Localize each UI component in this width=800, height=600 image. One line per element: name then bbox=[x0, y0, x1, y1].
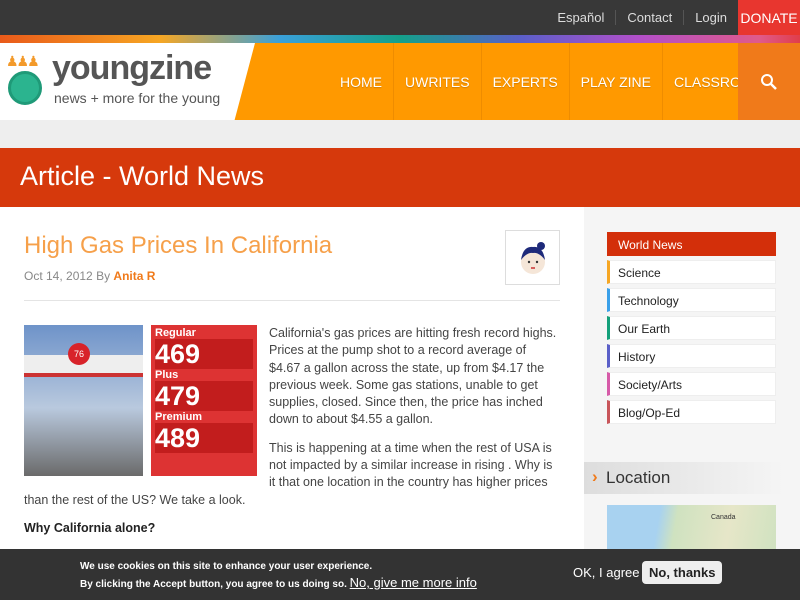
article-meta: Oct 14, 2012 By Anita R bbox=[24, 269, 155, 283]
article-date: Oct 14, 2012 bbox=[24, 269, 93, 283]
article-body: California's gas prices are hitting fres… bbox=[24, 325, 560, 537]
more-info-link[interactable]: No, give me more info bbox=[350, 575, 477, 590]
map-label: Canada bbox=[711, 514, 736, 521]
category-our-earth[interactable]: Our Earth bbox=[607, 316, 776, 340]
kids-icon: ♟♟♟ bbox=[6, 53, 40, 69]
cookie-banner: We use cookies on this site to enhance y… bbox=[0, 549, 800, 600]
logo[interactable]: ♟♟♟ youngzine news + more for the young bbox=[0, 43, 255, 120]
donate-button[interactable]: DONATE bbox=[738, 0, 800, 35]
gray-band bbox=[0, 120, 800, 148]
page-banner: Article - World News bbox=[0, 148, 800, 207]
author-link[interactable]: Anita R bbox=[113, 269, 155, 283]
chevron-right-icon: › bbox=[592, 467, 598, 486]
login-link[interactable]: Login bbox=[683, 10, 738, 25]
nav-play-zine[interactable]: PLAY ZINE bbox=[570, 43, 663, 120]
article-title: High Gas Prices In California bbox=[24, 232, 333, 259]
by-label: By bbox=[96, 269, 111, 283]
globe-icon bbox=[8, 71, 42, 105]
category-society-arts[interactable]: Society/Arts bbox=[607, 372, 776, 396]
avatar-icon bbox=[520, 241, 545, 274]
category-menu: World News Science Technology Our Earth … bbox=[607, 232, 776, 428]
logo-zine: zine bbox=[148, 49, 212, 87]
search-icon bbox=[761, 73, 777, 90]
category-blog-op-ed[interactable]: Blog/Op-Ed bbox=[607, 400, 776, 424]
category-technology[interactable]: Technology bbox=[607, 288, 776, 312]
divider bbox=[24, 300, 560, 301]
cookie-text-2: By clicking the Accept button, you agree… bbox=[80, 579, 347, 590]
contact-link[interactable]: Contact bbox=[615, 10, 683, 25]
logo-young: young bbox=[52, 49, 150, 87]
header: ♟♟♟ youngzine news + more for the young … bbox=[0, 43, 800, 120]
logo-tagline: news + more for the young bbox=[54, 90, 221, 106]
subheading: Why California alone? bbox=[24, 520, 156, 535]
nav-experts[interactable]: EXPERTS bbox=[482, 43, 570, 120]
location-title: Location bbox=[606, 468, 671, 487]
main-nav: HOME UWRITES EXPERTS PLAY ZINE CLASSROOM bbox=[329, 43, 774, 120]
location-header: › Location bbox=[584, 462, 784, 494]
category-science[interactable]: Science bbox=[607, 260, 776, 284]
sidebar: World News Science Technology Our Earth … bbox=[584, 207, 800, 600]
agree-button[interactable]: OK, I agree bbox=[573, 565, 639, 580]
decline-button[interactable]: No, thanks bbox=[642, 561, 723, 584]
nav-uwrites[interactable]: UWRITES bbox=[394, 43, 482, 120]
top-bar: Español Contact Login DONATE bbox=[0, 0, 800, 35]
category-history[interactable]: History bbox=[607, 344, 776, 368]
rainbow-strip bbox=[0, 35, 800, 43]
category-world-news[interactable]: World News bbox=[607, 232, 776, 256]
search-button[interactable] bbox=[738, 43, 800, 120]
cookie-text-1: We use cookies on this site to enhance y… bbox=[80, 561, 373, 572]
nav-home[interactable]: HOME bbox=[329, 43, 394, 120]
espanol-link[interactable]: Español bbox=[546, 10, 615, 25]
author-avatar[interactable] bbox=[505, 230, 560, 285]
